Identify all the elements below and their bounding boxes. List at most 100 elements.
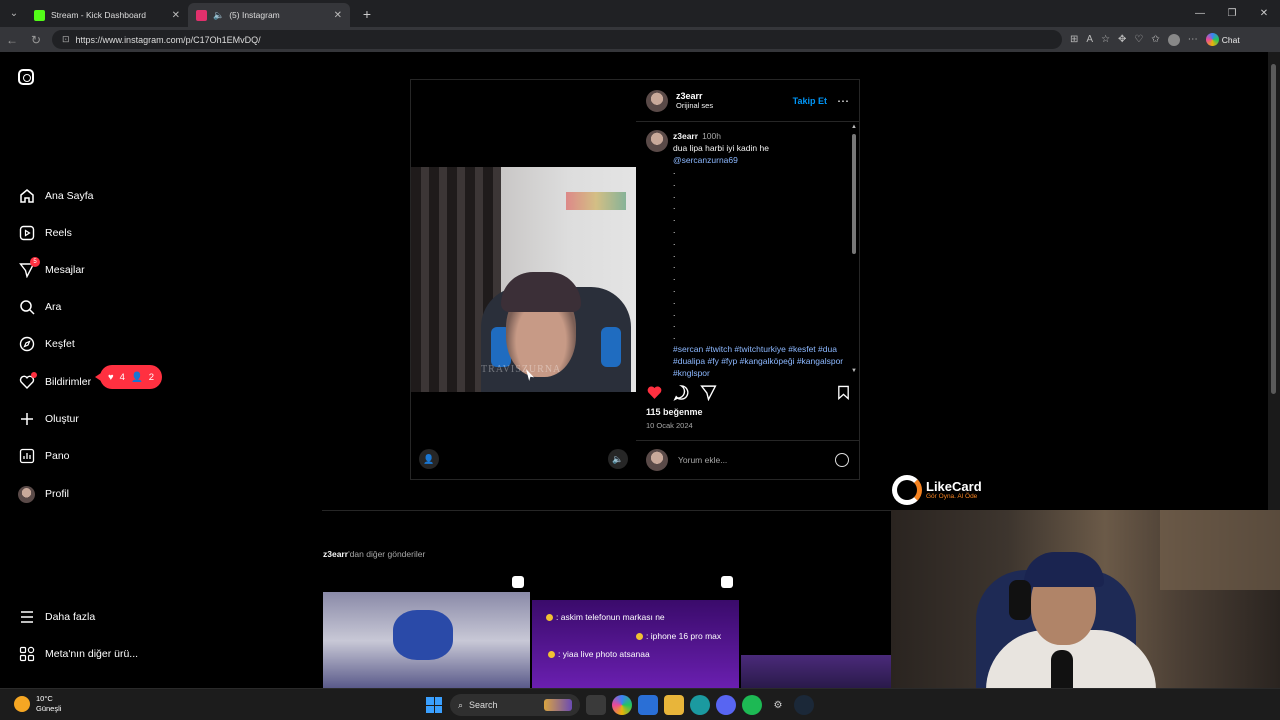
comment-icon[interactable]: [673, 384, 690, 406]
spotify-icon[interactable]: [742, 695, 762, 715]
tab-instagram[interactable]: 🔈 (5) Instagram ✕: [188, 3, 350, 27]
post-author[interactable]: z3earr: [676, 91, 713, 101]
more-posts-user[interactable]: z3earr: [323, 549, 348, 559]
close-icon[interactable]: ✕: [172, 10, 180, 21]
copilot-chat-button[interactable]: Chat: [1205, 33, 1240, 46]
sidebar-item-profile[interactable]: Profil: [18, 484, 69, 504]
avatar[interactable]: [646, 130, 668, 152]
sidebar-item-label: Mesajlar: [45, 264, 85, 276]
post-thumbnail[interactable]: [741, 570, 891, 688]
tagged-people-icon[interactable]: 👤: [419, 449, 439, 469]
post-media[interactable]: TRAVISZURNA 👤 🔈: [411, 80, 636, 479]
toolbar-icons: ⊞ A ☆ ✥ ♡ ✩ ⋯ Chat: [1070, 33, 1240, 46]
more-menu-icon[interactable]: ⋯: [1188, 34, 1198, 45]
avatar[interactable]: [646, 89, 668, 112]
dashboard-icon: [18, 448, 35, 465]
taskbar-search[interactable]: ⌕ Search: [450, 694, 580, 716]
volume-icon[interactable]: 🔈: [608, 449, 628, 469]
heart-icon: ♥: [108, 371, 114, 383]
favorites-icon[interactable]: ✩: [1151, 34, 1159, 45]
thumbnail-figure: [393, 610, 453, 660]
tab-list-button[interactable]: ⌄: [2, 3, 26, 25]
back-button[interactable]: ←: [0, 33, 24, 47]
sidebar-item-explore[interactable]: Keşfet: [18, 334, 75, 354]
likecard-mark-icon: [892, 475, 922, 505]
app-available-icon[interactable]: ⊞: [1070, 34, 1078, 45]
minimize-button[interactable]: —: [1184, 0, 1216, 27]
sidebar-item-create[interactable]: Oluştur: [18, 409, 79, 429]
caption-scrollbar[interactable]: ▲ ▼: [851, 124, 857, 374]
reel-video[interactable]: TRAVISZURNA: [411, 167, 636, 392]
post-header: z3earr Orijinal ses Takip Et ⋯: [636, 80, 859, 122]
read-aloud-icon[interactable]: A: [1086, 34, 1093, 45]
follow-button[interactable]: Takip Et: [793, 96, 827, 106]
hashtags[interactable]: #sercan #twitch #twitchturkiye #kesfet #…: [673, 343, 848, 379]
new-tab-button[interactable]: +: [356, 6, 378, 22]
settings-gear-icon[interactable]: ⚙: [768, 695, 788, 715]
reload-button[interactable]: ↻: [24, 33, 48, 47]
profile-avatar-icon[interactable]: [1167, 33, 1180, 46]
edge-browser-icon[interactable]: [690, 695, 710, 715]
audio-label[interactable]: Orijinal ses: [676, 101, 713, 110]
scroll-thumb[interactable]: [852, 134, 856, 254]
instagram-favicon-icon: [196, 9, 207, 21]
like-heart-icon[interactable]: [646, 384, 663, 406]
weather-widget[interactable]: 10°C Güneşli: [14, 694, 61, 714]
window-controls: — ❐ ✕: [1184, 0, 1280, 27]
url-field[interactable]: ⊡ https://www.instagram.com/p/C17Oh1EMvD…: [52, 30, 1062, 49]
scroll-down-icon[interactable]: ▼: [851, 368, 857, 374]
sidebar-item-meta[interactable]: Meta'nın diğer ürü...: [18, 644, 138, 664]
sidebar-item-notifications[interactable]: Bildirimler: [18, 371, 91, 392]
sidebar-item-label: Reels: [45, 227, 72, 239]
speaker-icon[interactable]: 🔈: [213, 10, 224, 21]
browser-essentials-icon[interactable]: ♡: [1134, 34, 1143, 45]
sidebar-item-label: Ana Sayfa: [45, 190, 94, 202]
task-view-icon[interactable]: [586, 695, 606, 715]
search-highlight-icon: [544, 699, 572, 711]
copilot-icon[interactable]: [612, 695, 632, 715]
sidebar-item-dashboard[interactable]: Pano: [18, 446, 70, 466]
post-thumbnail[interactable]: [323, 570, 530, 688]
tab-kick-dashboard[interactable]: Stream - Kick Dashboard ✕: [26, 3, 188, 27]
sidebar-item-messages[interactable]: 5 Mesajlar: [18, 256, 85, 280]
messages-icon: 5: [18, 256, 40, 279]
avatar: [18, 485, 35, 503]
bookmark-icon[interactable]: [836, 385, 851, 405]
restore-button[interactable]: ❐: [1216, 0, 1248, 27]
scroll-up-icon[interactable]: ▲: [851, 124, 857, 130]
sidebar-item-home[interactable]: Ana Sayfa: [18, 186, 93, 206]
share-icon[interactable]: [700, 384, 717, 406]
scroll-thumb[interactable]: [1271, 64, 1276, 394]
likes-count[interactable]: 115 beğenme: [646, 407, 703, 417]
favorite-star-icon[interactable]: ☆: [1101, 34, 1110, 45]
sidebar-item-search[interactable]: Ara: [18, 297, 61, 317]
instagram-logo-icon[interactable]: [18, 69, 34, 85]
sidebar-item-more[interactable]: Daha fazla: [18, 607, 95, 627]
post-thumbnail[interactable]: : askim telefonun markası ne : iphone 16…: [532, 570, 739, 688]
emoji-icon[interactable]: [835, 453, 849, 467]
notifications-popup[interactable]: ♥ 4 👤 2: [94, 365, 163, 389]
extensions-icon[interactable]: ✥: [1118, 34, 1126, 45]
meta-apps-icon: [18, 646, 35, 663]
more-posts-label: 'dan diğer gönderiler: [348, 549, 426, 559]
beanie: [501, 272, 581, 312]
store-icon[interactable]: [638, 695, 658, 715]
discord-icon[interactable]: [716, 695, 736, 715]
comment-input[interactable]: Yorum ekle...: [678, 455, 727, 465]
site-info-icon[interactable]: ⊡: [62, 34, 70, 45]
sidebar-item-reels[interactable]: Reels: [18, 223, 72, 243]
taskbar-apps: ⌕ Search ⚙: [424, 694, 814, 716]
temperature: 10°C: [36, 694, 53, 703]
mention-link[interactable]: @sercanzurna69: [673, 154, 848, 166]
caption-author[interactable]: z3earr: [673, 131, 698, 141]
steam-icon[interactable]: [794, 695, 814, 715]
close-window-button[interactable]: ✕: [1248, 0, 1280, 27]
more-options-icon[interactable]: ⋯: [837, 94, 849, 108]
windows-logo-icon: [426, 697, 442, 713]
chat-line: : iphone 16 pro max: [636, 631, 721, 641]
close-icon[interactable]: ✕: [334, 10, 342, 21]
file-explorer-icon[interactable]: [664, 695, 684, 715]
background-wall: [1160, 510, 1280, 590]
sidebar-item-label: Daha fazla: [45, 611, 96, 623]
start-button[interactable]: [424, 695, 444, 715]
